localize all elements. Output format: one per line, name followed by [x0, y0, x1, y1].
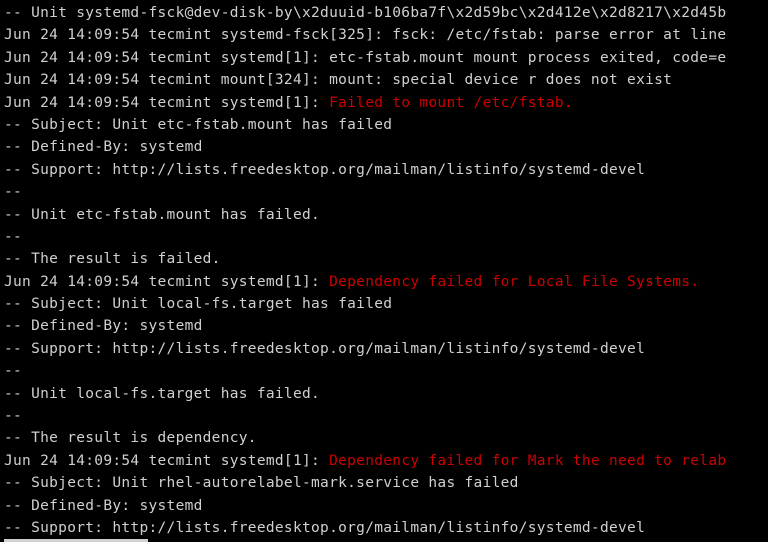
log-segment: -- Unit local-fs.target has failed.: [4, 386, 320, 402]
log-line: Jun 24 14:09:54 tecmint systemd[1]: Depe…: [4, 450, 764, 472]
log-line: Jun 24 14:09:54 tecmint mount[324]: moun…: [4, 69, 764, 91]
log-segment: Jun 24 14:09:54 tecmint systemd[1]:: [4, 95, 329, 111]
log-line: -- The result is dependency.: [4, 427, 764, 449]
log-line: -- Support: http://lists.freedesktop.org…: [4, 517, 764, 539]
log-segment: --: [4, 184, 22, 200]
log-segment: -- Defined-By: systemd: [4, 498, 203, 514]
log-segment: --: [4, 229, 22, 245]
log-segment: -- Subject: Unit local-fs.target has fai…: [4, 296, 392, 312]
log-segment: --: [4, 363, 22, 379]
log-line: -- Unit etc-fstab.mount has failed.: [4, 204, 764, 226]
log-line: --: [4, 360, 764, 382]
log-segment: Jun 24 14:09:54 tecmint systemd-fsck[325…: [4, 27, 726, 43]
log-line: -- The result is failed.: [4, 248, 764, 270]
log-line: -- Unit systemd-fsck@dev-disk-by\x2duuid…: [4, 2, 764, 24]
log-line: -- Subject: Unit rhel-autorelabel-mark.s…: [4, 472, 764, 494]
log-line: -- Defined-By: systemd: [4, 315, 764, 337]
log-segment: -- Defined-By: systemd: [4, 318, 203, 334]
log-segment: -- The result is dependency.: [4, 430, 257, 446]
log-line: --: [4, 405, 764, 427]
log-segment: -- Support: http://lists.freedesktop.org…: [4, 162, 645, 178]
log-line: -- Defined-By: systemd: [4, 495, 764, 517]
log-line: Jun 24 14:09:54 tecmint systemd[1]: etc-…: [4, 47, 764, 69]
log-line: --: [4, 226, 764, 248]
log-segment: -- Unit etc-fstab.mount has failed.: [4, 207, 320, 223]
log-segment: -- Unit systemd-fsck@dev-disk-by\x2duuid…: [4, 5, 726, 21]
log-line: --: [4, 181, 764, 203]
log-segment: --: [4, 408, 22, 424]
log-segment: Jun 24 14:09:54 tecmint mount[324]: moun…: [4, 72, 672, 88]
log-segment: Jun 24 14:09:54 tecmint systemd[1]:: [4, 453, 329, 469]
log-line: -- Subject: Unit local-fs.target has fai…: [4, 293, 764, 315]
log-line: Jun 24 14:09:54 tecmint systemd-fsck[325…: [4, 24, 764, 46]
log-line: Jun 24 14:09:54 tecmint systemd[1]: Depe…: [4, 271, 764, 293]
log-line: -- Subject: Unit etc-fstab.mount has fai…: [4, 114, 764, 136]
log-segment-error: Dependency failed for Mark the need to r…: [329, 453, 726, 469]
log-line: -- Defined-By: systemd: [4, 136, 764, 158]
log-line: -- Support: http://lists.freedesktop.org…: [4, 338, 764, 360]
log-segment: Jun 24 14:09:54 tecmint systemd[1]: etc-…: [4, 50, 726, 66]
log-segment: -- Subject: Unit rhel-autorelabel-mark.s…: [4, 475, 519, 491]
log-segment: -- Defined-By: systemd: [4, 139, 203, 155]
log-segment: -- Subject: Unit etc-fstab.mount has fai…: [4, 117, 392, 133]
log-line: -- Unit local-fs.target has failed.: [4, 383, 764, 405]
log-segment: Jun 24 14:09:54 tecmint systemd[1]:: [4, 274, 329, 290]
log-segment-error: Failed to mount /etc/fstab.: [329, 95, 573, 111]
log-segment: -- The result is failed.: [4, 251, 221, 267]
log-line: -- Support: http://lists.freedesktop.org…: [4, 159, 764, 181]
log-segment-error: Dependency failed for Local File Systems…: [329, 274, 699, 290]
log-segment: -- Support: http://lists.freedesktop.org…: [4, 520, 645, 536]
log-line: Jun 24 14:09:54 tecmint systemd[1]: Fail…: [4, 92, 764, 114]
terminal-output[interactable]: -- Unit systemd-fsck@dev-disk-by\x2duuid…: [0, 0, 768, 542]
log-segment: -- Support: http://lists.freedesktop.org…: [4, 341, 645, 357]
